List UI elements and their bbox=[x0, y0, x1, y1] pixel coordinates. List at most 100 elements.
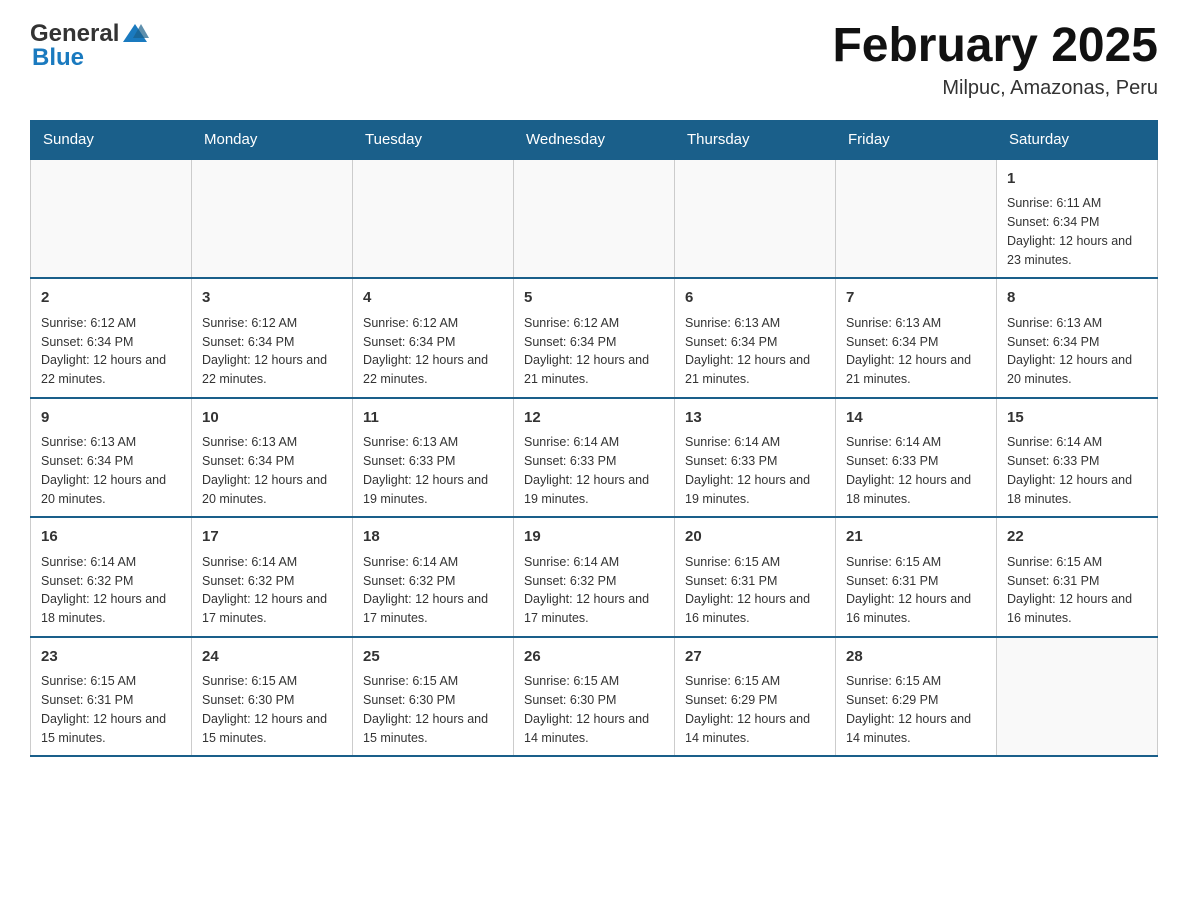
day-info: Sunrise: 6:15 AMSunset: 6:30 PMDaylight:… bbox=[524, 672, 664, 747]
day-info: Sunrise: 6:15 AMSunset: 6:30 PMDaylight:… bbox=[202, 672, 342, 747]
calendar-table: SundayMondayTuesdayWednesdayThursdayFrid… bbox=[30, 120, 1158, 758]
weekday-header-monday: Monday bbox=[192, 120, 353, 159]
day-info: Sunrise: 6:15 AMSunset: 6:29 PMDaylight:… bbox=[846, 672, 986, 747]
page-header: General Blue February 2025 Milpuc, Amazo… bbox=[30, 20, 1158, 100]
calendar-cell: 23 Sunrise: 6:15 AMSunset: 6:31 PMDayligh… bbox=[31, 637, 192, 757]
day-info: Sunrise: 6:12 AMSunset: 6:34 PMDaylight:… bbox=[524, 314, 664, 389]
day-info: Sunrise: 6:15 AMSunset: 6:30 PMDaylight:… bbox=[363, 672, 503, 747]
day-number: 16 bbox=[41, 526, 181, 549]
day-number: 7 bbox=[846, 287, 986, 310]
month-title: February 2025 bbox=[832, 20, 1158, 73]
day-info: Sunrise: 6:12 AMSunset: 6:34 PMDaylight:… bbox=[41, 314, 181, 389]
day-info: Sunrise: 6:13 AMSunset: 6:34 PMDaylight:… bbox=[202, 433, 342, 508]
calendar-cell: 21 Sunrise: 6:15 AMSunset: 6:31 PMDayligh… bbox=[836, 517, 997, 637]
day-info: Sunrise: 6:14 AMSunset: 6:33 PMDaylight:… bbox=[1007, 433, 1147, 508]
day-number: 15 bbox=[1007, 407, 1147, 430]
day-number: 26 bbox=[524, 646, 664, 669]
calendar-cell: 10 Sunrise: 6:13 AMSunset: 6:34 PMDayligh… bbox=[192, 398, 353, 518]
calendar-cell: 28 Sunrise: 6:15 AMSunset: 6:29 PMDayligh… bbox=[836, 637, 997, 757]
calendar-week-row: 1 Sunrise: 6:11 AMSunset: 6:34 PMDaylight… bbox=[31, 159, 1158, 279]
calendar-cell: 22 Sunrise: 6:15 AMSunset: 6:31 PMDayligh… bbox=[997, 517, 1158, 637]
weekday-header-sunday: Sunday bbox=[31, 120, 192, 159]
weekday-header-thursday: Thursday bbox=[675, 120, 836, 159]
calendar-cell: 2Sunrise: 6:12 AMSunset: 6:34 PMDaylight… bbox=[31, 278, 192, 398]
day-number: 10 bbox=[202, 407, 342, 430]
calendar-cell: 1 Sunrise: 6:11 AMSunset: 6:34 PMDaylight… bbox=[997, 159, 1158, 279]
day-info: Sunrise: 6:15 AMSunset: 6:31 PMDaylight:… bbox=[685, 553, 825, 628]
calendar-cell: 15 Sunrise: 6:14 AMSunset: 6:33 PMDayligh… bbox=[997, 398, 1158, 518]
calendar-cell: 3 Sunrise: 6:12 AMSunset: 6:34 PMDaylight… bbox=[192, 278, 353, 398]
calendar-week-row: 23 Sunrise: 6:15 AMSunset: 6:31 PMDayligh… bbox=[31, 637, 1158, 757]
day-info: Sunrise: 6:12 AMSunset: 6:34 PMDaylight:… bbox=[202, 314, 342, 389]
day-number: 20 bbox=[685, 526, 825, 549]
calendar-cell: 11 Sunrise: 6:13 AMSunset: 6:33 PMDayligh… bbox=[353, 398, 514, 518]
calendar-cell bbox=[192, 159, 353, 279]
calendar-cell bbox=[31, 159, 192, 279]
day-number: 11 bbox=[363, 407, 503, 430]
calendar-cell: 14 Sunrise: 6:14 AMSunset: 6:33 PMDayligh… bbox=[836, 398, 997, 518]
day-number: 12 bbox=[524, 407, 664, 430]
day-number: 17 bbox=[202, 526, 342, 549]
day-number: 25 bbox=[363, 646, 503, 669]
day-number: 14 bbox=[846, 407, 986, 430]
calendar-cell bbox=[514, 159, 675, 279]
day-number: 24 bbox=[202, 646, 342, 669]
day-number: 4 bbox=[363, 287, 503, 310]
day-info: Sunrise: 6:13 AMSunset: 6:34 PMDaylight:… bbox=[41, 433, 181, 508]
calendar-cell: 13 Sunrise: 6:14 AMSunset: 6:33 PMDayligh… bbox=[675, 398, 836, 518]
day-info: Sunrise: 6:14 AMSunset: 6:32 PMDaylight:… bbox=[524, 553, 664, 628]
day-info: Sunrise: 6:15 AMSunset: 6:31 PMDaylight:… bbox=[1007, 553, 1147, 628]
day-info: Sunrise: 6:11 AMSunset: 6:34 PMDaylight:… bbox=[1007, 194, 1147, 269]
day-info: Sunrise: 6:13 AMSunset: 6:34 PMDaylight:… bbox=[1007, 314, 1147, 389]
calendar-week-row: 9Sunrise: 6:13 AMSunset: 6:34 PMDaylight… bbox=[31, 398, 1158, 518]
day-info: Sunrise: 6:15 AMSunset: 6:31 PMDaylight:… bbox=[846, 553, 986, 628]
calendar-cell: 24 Sunrise: 6:15 AMSunset: 6:30 PMDayligh… bbox=[192, 637, 353, 757]
calendar-cell: 19 Sunrise: 6:14 AMSunset: 6:32 PMDayligh… bbox=[514, 517, 675, 637]
calendar-cell: 5 Sunrise: 6:12 AMSunset: 6:34 PMDaylight… bbox=[514, 278, 675, 398]
calendar-week-row: 2Sunrise: 6:12 AMSunset: 6:34 PMDaylight… bbox=[31, 278, 1158, 398]
day-info: Sunrise: 6:14 AMSunset: 6:32 PMDaylight:… bbox=[363, 553, 503, 628]
day-info: Sunrise: 6:14 AMSunset: 6:33 PMDaylight:… bbox=[685, 433, 825, 508]
calendar-cell: 12 Sunrise: 6:14 AMSunset: 6:33 PMDayligh… bbox=[514, 398, 675, 518]
day-number: 13 bbox=[685, 407, 825, 430]
day-info: Sunrise: 6:13 AMSunset: 6:33 PMDaylight:… bbox=[363, 433, 503, 508]
day-info: Sunrise: 6:14 AMSunset: 6:32 PMDaylight:… bbox=[41, 553, 181, 628]
day-number: 23 bbox=[41, 646, 181, 669]
calendar-cell: 17Sunrise: 6:14 AMSunset: 6:32 PMDayligh… bbox=[192, 517, 353, 637]
day-info: Sunrise: 6:14 AMSunset: 6:33 PMDaylight:… bbox=[524, 433, 664, 508]
day-number: 21 bbox=[846, 526, 986, 549]
day-number: 5 bbox=[524, 287, 664, 310]
day-info: Sunrise: 6:12 AMSunset: 6:34 PMDaylight:… bbox=[363, 314, 503, 389]
title-section: February 2025 Milpuc, Amazonas, Peru bbox=[832, 20, 1158, 100]
location-title: Milpuc, Amazonas, Peru bbox=[832, 77, 1158, 100]
day-number: 1 bbox=[1007, 168, 1147, 191]
calendar-cell: 8Sunrise: 6:13 AMSunset: 6:34 PMDaylight… bbox=[997, 278, 1158, 398]
calendar-cell bbox=[675, 159, 836, 279]
calendar-cell: 20 Sunrise: 6:15 AMSunset: 6:31 PMDayligh… bbox=[675, 517, 836, 637]
logo-icon bbox=[121, 20, 149, 48]
calendar-cell bbox=[353, 159, 514, 279]
calendar-cell bbox=[997, 637, 1158, 757]
calendar-week-row: 16 Sunrise: 6:14 AMSunset: 6:32 PMDayligh… bbox=[31, 517, 1158, 637]
calendar-cell: 6Sunrise: 6:13 AMSunset: 6:34 PMDaylight… bbox=[675, 278, 836, 398]
day-info: Sunrise: 6:13 AMSunset: 6:34 PMDaylight:… bbox=[685, 314, 825, 389]
calendar-cell: 18Sunrise: 6:14 AMSunset: 6:32 PMDayligh… bbox=[353, 517, 514, 637]
day-info: Sunrise: 6:14 AMSunset: 6:33 PMDaylight:… bbox=[846, 433, 986, 508]
day-number: 28 bbox=[846, 646, 986, 669]
calendar-cell: 7Sunrise: 6:13 AMSunset: 6:34 PMDaylight… bbox=[836, 278, 997, 398]
logo: General Blue bbox=[30, 20, 151, 72]
day-number: 19 bbox=[524, 526, 664, 549]
day-number: 27 bbox=[685, 646, 825, 669]
day-number: 22 bbox=[1007, 526, 1147, 549]
calendar-cell bbox=[836, 159, 997, 279]
calendar-cell: 27 Sunrise: 6:15 AMSunset: 6:29 PMDayligh… bbox=[675, 637, 836, 757]
day-number: 3 bbox=[202, 287, 342, 310]
day-info: Sunrise: 6:15 AMSunset: 6:29 PMDaylight:… bbox=[685, 672, 825, 747]
calendar-cell: 25 Sunrise: 6:15 AMSunset: 6:30 PMDayligh… bbox=[353, 637, 514, 757]
weekday-header-tuesday: Tuesday bbox=[353, 120, 514, 159]
weekday-header-friday: Friday bbox=[836, 120, 997, 159]
calendar-cell: 9Sunrise: 6:13 AMSunset: 6:34 PMDaylight… bbox=[31, 398, 192, 518]
weekday-header-row: SundayMondayTuesdayWednesdayThursdayFrid… bbox=[31, 120, 1158, 159]
day-info: Sunrise: 6:15 AMSunset: 6:31 PMDaylight:… bbox=[41, 672, 181, 747]
weekday-header-saturday: Saturday bbox=[997, 120, 1158, 159]
